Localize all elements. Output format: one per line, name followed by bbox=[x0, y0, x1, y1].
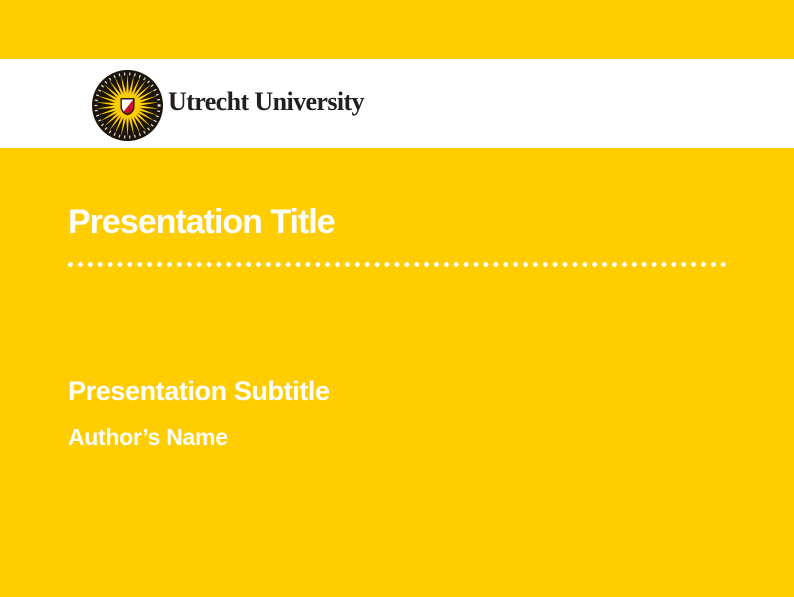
sun-logo-graphic bbox=[92, 70, 163, 141]
slide-canvas: Utrecht University Presentation Title Pr… bbox=[0, 0, 794, 597]
shield-icon bbox=[121, 99, 134, 115]
slide-title: Presentation Title bbox=[68, 205, 335, 239]
utrecht-university-sun-logo bbox=[92, 70, 163, 141]
title-dotted-rule bbox=[68, 261, 728, 268]
header-logo-band: Utrecht University bbox=[0, 59, 794, 148]
author-name: Author’s Name bbox=[68, 426, 228, 449]
slide-subtitle: Presentation Subtitle bbox=[68, 378, 330, 405]
university-wordmark: Utrecht University bbox=[168, 89, 364, 115]
top-accent-bar bbox=[0, 0, 794, 59]
